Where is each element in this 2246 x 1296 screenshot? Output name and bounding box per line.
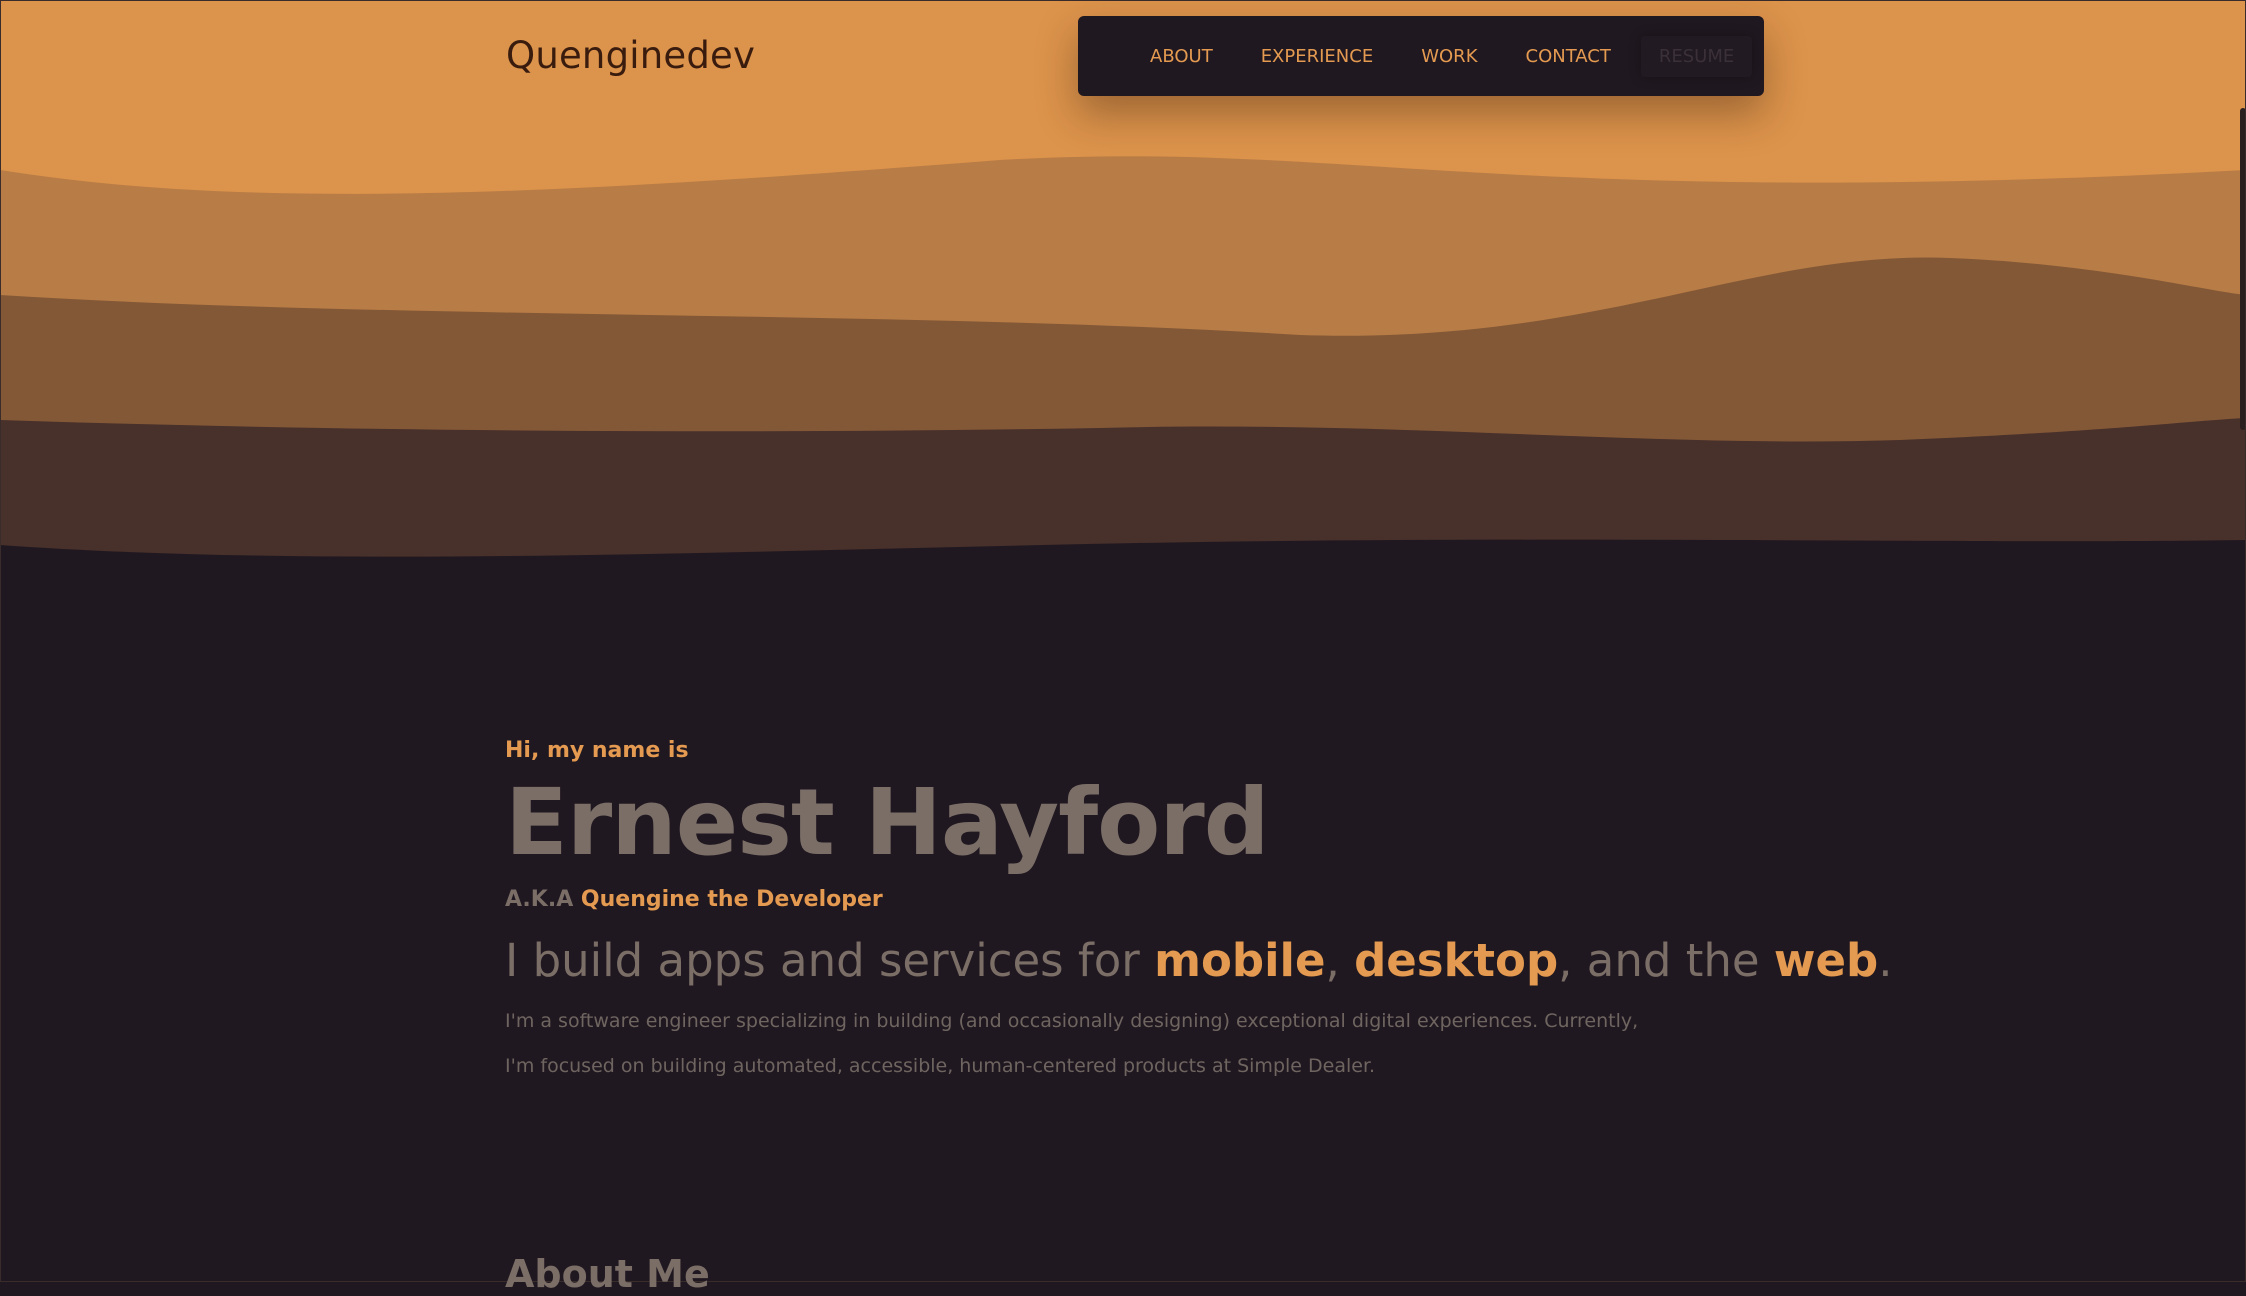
bio-line-1: I'm a software engineer specializing in … <box>505 1010 1639 1032</box>
tagline-mobile: mobile <box>1154 934 1326 987</box>
aka-name: Quengine the Developer <box>580 887 883 912</box>
tagline-desktop: desktop <box>1354 934 1559 987</box>
resume-button[interactable]: RESUME <box>1640 35 1753 77</box>
hero-section: Hi, my name is Ernest Hayford A.K.A Quen… <box>505 738 2005 1089</box>
nav-contact[interactable]: CONTACT <box>1526 46 1611 67</box>
aka-prefix: A.K.A <box>505 887 574 912</box>
tagline-part2: , and the <box>1558 934 1774 987</box>
hero-tagline: I build apps and services for mobile, de… <box>505 934 2005 987</box>
tagline-part1: I build apps and services for <box>505 934 1155 987</box>
hero-bio: I'm a software engineer specializing in … <box>505 999 2005 1089</box>
tagline-end: . <box>1878 934 1893 987</box>
tagline-comma: , <box>1325 934 1355 987</box>
nav-about[interactable]: ABOUT <box>1150 46 1213 67</box>
tagline-web: web <box>1773 934 1879 987</box>
nav-work[interactable]: WORK <box>1421 46 1477 67</box>
scrollbar[interactable] <box>2240 108 2246 430</box>
brand-logo[interactable]: Quenginedev <box>506 34 755 77</box>
hero-name: Ernest Hayford <box>505 769 1270 876</box>
about-heading: About Me <box>505 1252 710 1296</box>
nav-experience[interactable]: EXPERIENCE <box>1261 46 1374 67</box>
greeting-text: Hi, my name is <box>505 738 689 763</box>
bio-line-2: I'm focused on building automated, acces… <box>505 1055 1376 1077</box>
aka-line: A.K.A Quengine the Developer <box>505 887 2005 912</box>
top-nav: ABOUT EXPERIENCE WORK CONTACT RESUME <box>1078 16 1764 96</box>
